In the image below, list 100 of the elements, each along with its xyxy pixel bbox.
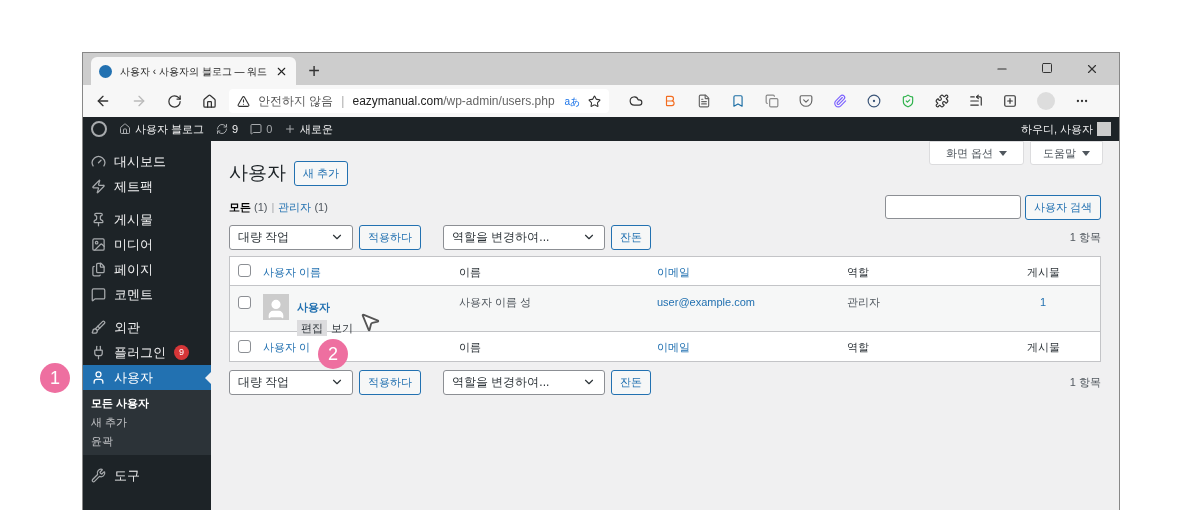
column-header: 게시물 (1026, 265, 1060, 278)
circle-dot-icon[interactable] (867, 94, 881, 108)
table-cell-text: 사용자 이름 성 (459, 294, 533, 310)
bolt-icon (91, 179, 106, 194)
sidebar-item[interactable]: 코멘트 (83, 282, 211, 307)
maximize-icon[interactable] (1041, 62, 1053, 74)
item-count: 1 항목 (1069, 374, 1101, 390)
site-link[interactable]: 사용자 블로그 (135, 120, 205, 138)
sidebar-item[interactable]: 제트팩 (83, 174, 211, 199)
post-count-link[interactable]: 1 (997, 293, 1089, 310)
caret-icon (1082, 151, 1090, 157)
sidebar-item[interactable]: 대시보드 (83, 149, 211, 174)
username-link[interactable]: 사용자 (297, 300, 330, 313)
checkbox[interactable] (238, 295, 251, 309)
tab-title: 사용자 ‹ 사용자의 블로그 — 워드 (120, 64, 268, 79)
pin-icon (91, 212, 106, 227)
submenu-item[interactable]: 새 추가 (83, 413, 211, 432)
separator: | (271, 200, 275, 216)
gauge-icon (91, 154, 106, 169)
search-button[interactable]: 사용자 검색 (1024, 195, 1101, 220)
read-aloud-button[interactable]: aあ (564, 93, 580, 109)
home-icon[interactable] (202, 93, 217, 109)
submenu-item[interactable]: 모든 사용자 (83, 394, 211, 413)
sidebar-item[interactable]: 도구 (83, 463, 211, 488)
warning-icon (237, 94, 250, 108)
email-link[interactable]: user@example.com (657, 293, 847, 310)
caret-icon (999, 151, 1007, 157)
home-icon (119, 123, 131, 135)
help-button[interactable]: 도움말 (1030, 141, 1103, 165)
screen-options-button[interactable]: 화면 옵션 (928, 141, 1024, 165)
pocket-icon[interactable] (799, 94, 813, 108)
close-icon[interactable] (1085, 62, 1099, 76)
dropdown[interactable]: 역할을 변경하여... (443, 224, 605, 250)
plus-icon (284, 123, 297, 135)
current-pointer-icon (205, 372, 211, 384)
security-label: 안전하지 않음 (258, 93, 334, 110)
page-title: 사용자 (229, 161, 286, 185)
item-count: 1 항목 (1069, 229, 1101, 245)
browser-tab[interactable]: 사용자 ‹ 사용자의 블로그 — 워드 (91, 57, 297, 85)
sidebar-item[interactable]: 사용자 (83, 365, 211, 390)
plug-icon (91, 345, 106, 360)
comments-link[interactable]: 0 (266, 120, 273, 138)
dropdown[interactable]: 역할을 변경하여... (443, 369, 605, 395)
row-action-link[interactable]: 편집 (297, 319, 327, 336)
document-icon[interactable] (697, 94, 711, 108)
image-icon (91, 237, 106, 252)
change-button[interactable]: 잔돈 (611, 369, 651, 395)
wrench-icon (91, 468, 106, 483)
comment-icon (250, 123, 263, 135)
b-logo-icon[interactable] (663, 94, 677, 108)
change-button[interactable]: 잔돈 (611, 224, 651, 250)
sidebar-item[interactable]: 게시물 (83, 207, 211, 232)
address-bar[interactable]: 안전하지 않음 | eazymanual.com/wp-admin/users.php aあ (229, 89, 609, 113)
column-header: 게시물 (1026, 341, 1060, 353)
sidebar-item[interactable]: 페이지 (83, 257, 211, 282)
separator: | (341, 93, 345, 110)
column-header: 이름 (459, 341, 481, 353)
new-link[interactable]: 새로운 (300, 120, 334, 138)
favorites-icon[interactable] (969, 94, 983, 108)
back-icon[interactable] (95, 93, 111, 109)
column-header[interactable]: 이메일 (657, 341, 690, 353)
column-header[interactable]: 사용자 이 (263, 341, 311, 353)
apply-button[interactable]: 적용하다 (359, 224, 421, 250)
checkbox[interactable] (238, 339, 251, 353)
dropdown[interactable]: 대량 작업 (229, 369, 353, 395)
submenu-item[interactable]: 윤곽 (83, 432, 211, 451)
cloud-icon[interactable] (629, 94, 643, 108)
dropdown[interactable]: 대량 작업 (229, 224, 353, 250)
url-text: eazymanual.com/wp-admin/users.php (352, 93, 555, 110)
table-cell-text: 관리자 (847, 294, 881, 310)
user-icon (91, 370, 106, 385)
checkbox[interactable] (238, 264, 251, 277)
copy-icon[interactable] (765, 94, 779, 108)
pages-icon (91, 262, 106, 277)
sidebar-item[interactable]: 외관 (83, 315, 211, 340)
row-action-link[interactable]: 보기 (331, 319, 353, 336)
updates-link[interactable]: 9 (232, 120, 239, 138)
new-tab-button[interactable]: + (308, 61, 320, 81)
refresh-icon[interactable] (167, 93, 182, 109)
star-icon[interactable] (588, 94, 601, 108)
filter-link[interactable]: 관리자 (1) (278, 199, 328, 216)
bookmark-icon[interactable] (731, 94, 745, 108)
search-field[interactable] (884, 195, 1021, 219)
brush-icon (91, 320, 106, 335)
sidebar-item[interactable]: 플러그인 9 (83, 340, 211, 365)
add-new-button[interactable]: 새 추가 (294, 160, 349, 186)
account-link[interactable]: 하우디, 사용자 (1020, 120, 1093, 138)
column-header[interactable]: 사용자 이름 (263, 265, 322, 278)
comment-icon (91, 287, 106, 302)
puzzle-icon[interactable] (935, 94, 949, 108)
step-marker: 1 (40, 363, 70, 393)
shield-check-icon[interactable] (901, 94, 915, 108)
sidebar-item[interactable]: 미디어 (83, 232, 211, 257)
collections-icon[interactable] (1003, 94, 1017, 108)
column-header: 이름 (459, 265, 481, 278)
paperclip-icon[interactable] (833, 94, 847, 108)
column-header[interactable]: 이메일 (657, 265, 690, 278)
filter-link[interactable]: 모든 (1) (229, 199, 268, 216)
count-badge: 9 (174, 345, 189, 360)
apply-button[interactable]: 적용하다 (359, 369, 421, 395)
